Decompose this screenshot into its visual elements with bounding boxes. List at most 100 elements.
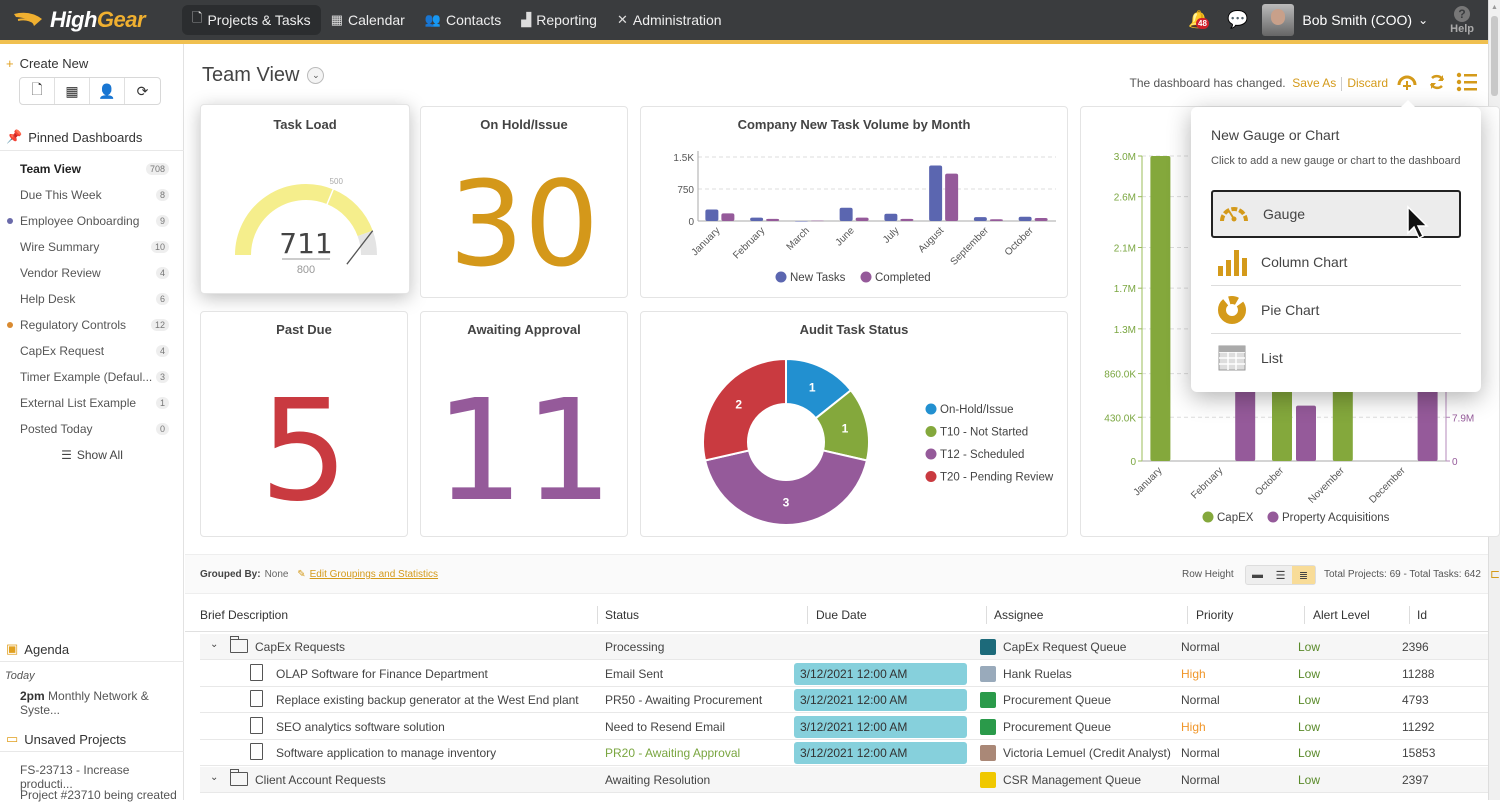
pinned-dashboard-item[interactable]: Due This Week 8 — [0, 182, 184, 208]
on-hold-card[interactable]: On Hold/Issue 30 — [420, 106, 628, 298]
column-divider[interactable] — [986, 606, 987, 624]
pinned-dashboard-item[interactable]: Timer Example (Defaul... 3 — [0, 364, 184, 390]
past-due-card[interactable]: Past Due 5 — [200, 311, 408, 537]
scroll-up-icon[interactable]: ▲ — [1491, 4, 1498, 11]
row-height-large-button[interactable]: ▬ — [1246, 566, 1269, 584]
nav-contacts[interactable]: 👥 Contacts — [415, 5, 511, 35]
bar-new-tasks — [1018, 216, 1032, 221]
table-row[interactable]: Replace existing backup generator at the… — [200, 687, 1488, 713]
pinned-dashboard-item[interactable]: Posted Today 0 — [0, 416, 184, 442]
column-divider[interactable] — [807, 606, 808, 624]
column-header-due-date[interactable]: Due Date — [816, 608, 867, 622]
edit-groupings-link[interactable]: ✎ Edit Groupings and Statistics — [297, 569, 438, 580]
discard-link[interactable]: Discard — [1347, 76, 1388, 90]
dashboard-dropdown-chevron-icon[interactable]: ⌄ — [307, 67, 325, 84]
menu-item-pie-chart[interactable]: Pie Chart — [1211, 286, 1461, 334]
divider — [0, 661, 184, 662]
column-header-brief-description[interactable]: Brief Description — [200, 608, 288, 622]
assignee-avatar — [980, 745, 996, 761]
brief-description[interactable]: Software application to manage inventory — [276, 746, 496, 760]
column-divider[interactable] — [1409, 606, 1410, 624]
bar-new-tasks — [705, 209, 719, 221]
chat-icon[interactable]: 💬 — [1227, 10, 1248, 30]
pinned-dashboard-item[interactable]: Employee Onboarding 9 — [0, 208, 184, 234]
unsaved-project-item[interactable]: FS-23713 - Increase producti... — [20, 763, 183, 791]
help-button[interactable]: ? Help — [1450, 5, 1474, 35]
brief-description[interactable]: SEO analytics software solution — [276, 720, 445, 734]
highgear-logo[interactable]: HighGear — [12, 7, 182, 33]
table-group-row[interactable]: ⌄ CapEx Requests Processing CapEx Request Q… — [200, 634, 1488, 660]
bar-completed — [1034, 218, 1048, 221]
new-contact-button[interactable]: 👤 — [90, 78, 125, 104]
pinned-dashboard-item[interactable]: External List Example 1 — [0, 390, 184, 416]
brief-description[interactable]: Client Account Requests — [255, 773, 386, 787]
task-volume-chart-card[interactable]: Company New Task Volume by Month 0 750 1.5… — [640, 106, 1068, 298]
show-all-button[interactable]: ☰ Show All — [0, 442, 184, 468]
awaiting-approval-card[interactable]: Awaiting Approval 11 — [420, 311, 628, 537]
row-height-small-button[interactable]: ≣ — [1292, 566, 1315, 584]
table-group-row[interactable]: ⌄ Client Account Requests Awaiting Resolut… — [200, 766, 1488, 793]
due-date[interactable]: 3/12/2021 12:00 AM — [794, 742, 967, 764]
gauge-value: 711 — [279, 227, 332, 260]
task-load-card[interactable]: Task Load 500 711 800 — [200, 104, 410, 294]
row-height-medium-button[interactable]: ☰ — [1269, 566, 1292, 584]
pinned-dashboard-item[interactable]: CapEx Request 4 — [0, 338, 184, 364]
alert-level: Low — [1298, 719, 1321, 734]
scrollbar-thumb[interactable] — [1491, 16, 1498, 96]
column-header-assignee[interactable]: Assignee — [994, 608, 1043, 622]
menu-item-list[interactable]: List — [1211, 334, 1461, 382]
agenda-event[interactable]: 2pm Monthly Network & Syste... — [20, 689, 183, 717]
bar-new-tasks — [929, 165, 943, 221]
new-recurring-button[interactable]: ⟳ — [125, 78, 160, 104]
column-header-priority[interactable]: Priority — [1196, 608, 1233, 622]
list-menu-icon[interactable] — [1456, 72, 1478, 98]
collapse-chevron-icon[interactable]: ⌄ — [210, 772, 218, 783]
pie-slice-label: 2 — [735, 397, 742, 411]
due-date[interactable]: 3/12/2021 12:00 AM — [794, 715, 967, 738]
due-date[interactable]: 3/12/2021 12:00 AM — [794, 689, 967, 711]
due-date[interactable]: 3/12/2021 12:00 AM — [794, 662, 967, 685]
pinned-dashboard-item[interactable]: Team View 708 — [0, 156, 184, 182]
brief-description[interactable]: Replace existing backup generator at the… — [276, 693, 579, 707]
column-header-status[interactable]: Status — [605, 608, 639, 622]
user-name[interactable]: Bob Smith (COO) — [1302, 12, 1412, 28]
brief-description[interactable]: OLAP Software for Finance Department — [276, 667, 488, 681]
save-as-link[interactable]: Save As — [1292, 76, 1336, 90]
column-header-alert-level[interactable]: Alert Level — [1313, 608, 1370, 622]
table-row[interactable]: SEO analytics software solution Need to R… — [200, 714, 1488, 740]
pinned-dashboard-label: CapEx Request — [20, 344, 105, 358]
brief-description[interactable]: CapEx Requests — [255, 640, 345, 654]
pinned-dashboard-item[interactable]: Help Desk 6 — [0, 286, 184, 312]
menu-item-column-chart[interactable]: Column Chart — [1211, 238, 1461, 286]
new-project-button[interactable]: 🗋 — [20, 78, 55, 104]
audit-task-status-card[interactable]: Audit Task Status 1 1 3 2 On-Hold/Issue T10 -… — [640, 311, 1068, 537]
id: 4793 — [1402, 693, 1429, 707]
pinned-dashboard-item[interactable]: Wire Summary 10 — [0, 234, 184, 260]
column-divider[interactable] — [1304, 606, 1305, 624]
y-tick-label-left: 2.1M — [1114, 244, 1136, 255]
export-icon[interactable]: ⊏ — [1490, 567, 1500, 581]
column-header-id[interactable]: Id — [1417, 608, 1427, 622]
nav-administration[interactable]: ✕ Administration — [607, 5, 732, 35]
table-row[interactable]: OLAP Software for Finance Department Emai… — [200, 661, 1488, 687]
pinned-dashboard-item[interactable]: Vendor Review 4 — [0, 260, 184, 286]
notifications-bell-icon[interactable]: 🔔48 — [1188, 10, 1209, 30]
row-height-label: Row Height — [1182, 569, 1234, 580]
column-divider[interactable] — [1187, 606, 1188, 624]
pinned-dashboard-item[interactable]: Regulatory Controls 12 — [0, 312, 184, 338]
chevron-down-icon[interactable]: ⌄ — [1418, 13, 1428, 27]
user-avatar[interactable] — [1262, 4, 1295, 36]
id: 11292 — [1402, 719, 1435, 734]
nav-reporting[interactable]: ▟ Reporting — [511, 5, 607, 35]
nav-calendar[interactable]: ▦ Calendar — [321, 5, 415, 35]
card-title: On Hold/Issue — [480, 117, 568, 132]
collapse-chevron-icon[interactable]: ⌄ — [210, 639, 218, 650]
nav-projects-tasks[interactable]: 🗋 Projects & Tasks — [182, 5, 321, 35]
new-calendar-event-button[interactable]: ▦ — [55, 78, 90, 104]
table-row[interactable]: Software application to manage inventory… — [200, 740, 1488, 766]
table-header: Brief Description Status Due Date Assign… — [185, 600, 1488, 632]
column-divider[interactable] — [597, 606, 598, 624]
bar-completed — [855, 217, 869, 221]
refresh-icon[interactable] — [1428, 72, 1446, 98]
add-gauge-chart-icon[interactable] — [1396, 72, 1418, 98]
